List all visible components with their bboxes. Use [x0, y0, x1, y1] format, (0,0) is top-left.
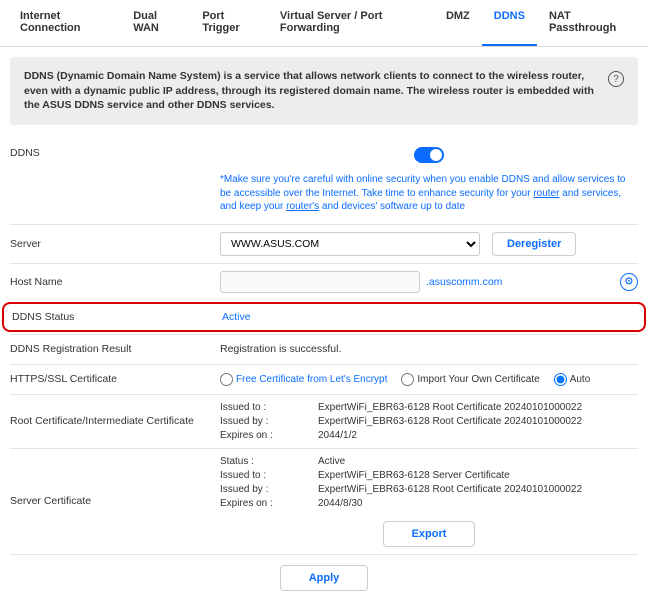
- ddns-hint: *Make sure you're careful with online se…: [220, 173, 638, 214]
- tab-nat-passthrough[interactable]: NAT Passthrough: [537, 0, 640, 46]
- tab-ddns[interactable]: DDNS: [482, 0, 537, 46]
- ddns-status-label: DDNS Status: [12, 311, 222, 323]
- notice-banner: DDNS (Dynamic Domain Name System) is a s…: [10, 57, 638, 125]
- root-cert-label: Root Certificate/Intermediate Certificat…: [10, 415, 220, 427]
- hostname-label: Host Name: [10, 276, 220, 288]
- cert-opt-letsencrypt[interactable]: Free Certificate from Let's Encrypt: [220, 373, 387, 386]
- ddns-status-value: Active: [222, 311, 251, 323]
- server-cert-label: Server Certificate: [10, 495, 220, 507]
- tab-dmz[interactable]: DMZ: [434, 0, 482, 46]
- hostname-suffix: .asuscomm.com: [426, 276, 502, 288]
- tab-virtual-server[interactable]: Virtual Server / Port Forwarding: [268, 0, 434, 46]
- router-link-1[interactable]: router: [533, 188, 559, 199]
- ddns-status-row: DDNS Status Active: [2, 302, 646, 332]
- tab-bar: Internet Connection Dual WAN Port Trigge…: [0, 0, 648, 47]
- ddns-reg-value: Registration is successful.: [220, 343, 638, 355]
- ddns-reg-label: DDNS Registration Result: [10, 343, 220, 355]
- tab-dual-wan[interactable]: Dual WAN: [121, 0, 190, 46]
- root-cert-details: Issued to :ExpertWiFi_EBR63-6128 Root Ce…: [220, 402, 582, 441]
- tab-internet-connection[interactable]: Internet Connection: [8, 0, 121, 46]
- server-label: Server: [10, 238, 220, 250]
- export-button[interactable]: Export: [383, 521, 476, 547]
- deregister-button[interactable]: Deregister: [492, 232, 576, 256]
- cert-opt-import[interactable]: Import Your Own Certificate: [401, 373, 539, 386]
- https-cert-label: HTTPS/SSL Certificate: [10, 373, 220, 385]
- router-link-2[interactable]: router's: [286, 201, 319, 212]
- server-cert-details: Status :Active Issued to :ExpertWiFi_EBR…: [220, 456, 638, 509]
- hostname-input[interactable]: [220, 271, 420, 293]
- notice-text: DDNS (Dynamic Domain Name System) is a s…: [24, 69, 598, 113]
- ddns-label: DDNS: [10, 147, 220, 159]
- copy-icon[interactable]: ⊙: [620, 273, 638, 291]
- apply-button[interactable]: Apply: [280, 565, 369, 591]
- settings-panel: DDNS *Make sure you're careful with onli…: [0, 137, 648, 607]
- tab-port-trigger[interactable]: Port Trigger: [190, 0, 268, 46]
- ddns-toggle[interactable]: [414, 147, 444, 163]
- help-icon[interactable]: ?: [608, 71, 624, 87]
- cert-opt-auto[interactable]: Auto: [554, 373, 591, 386]
- server-select[interactable]: WWW.ASUS.COM: [220, 232, 480, 256]
